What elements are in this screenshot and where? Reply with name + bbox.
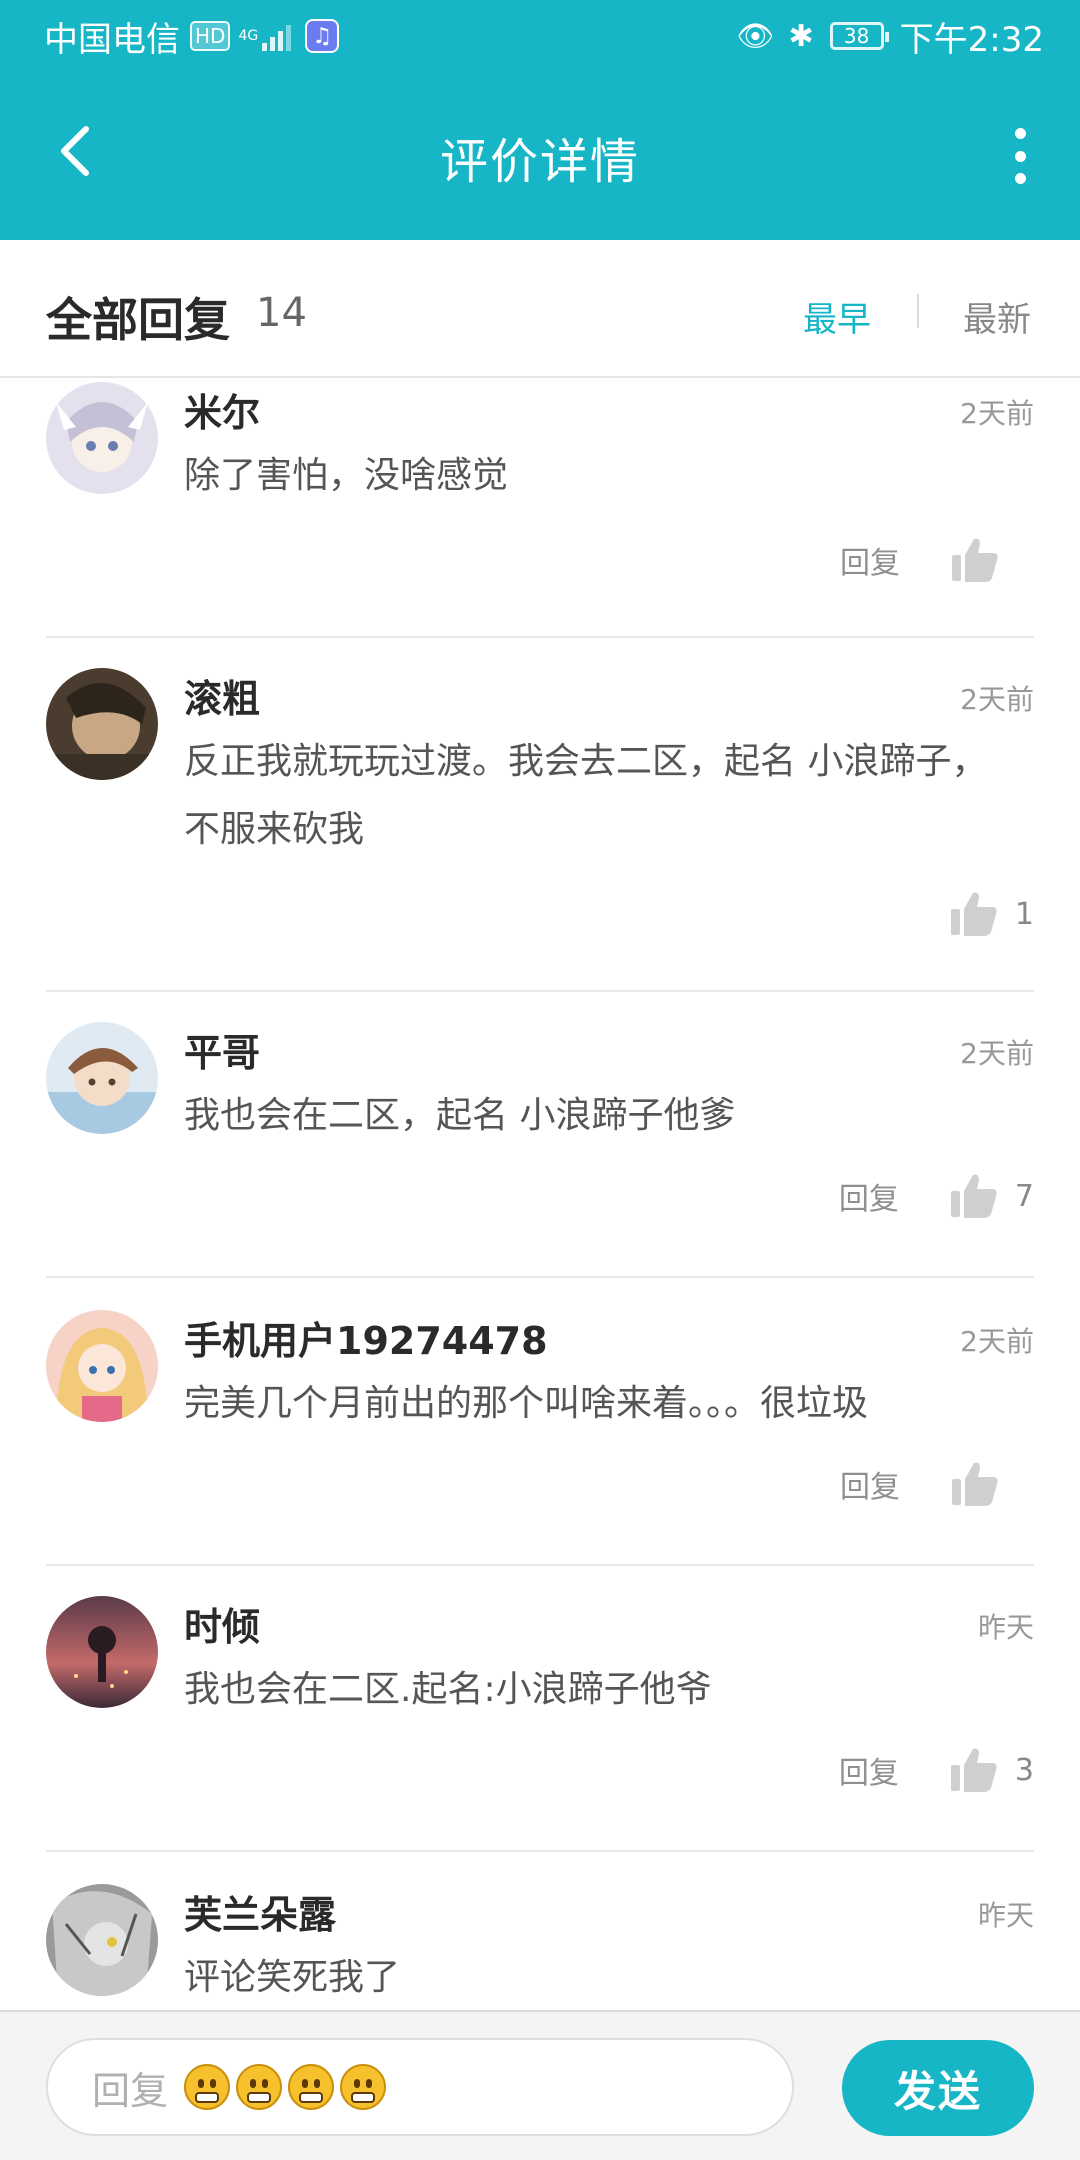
status-left: 中国电信 HD 4G ♫ (44, 14, 340, 60)
app-header: 评价详情 (0, 72, 1080, 240)
send-button[interactable]: 发送 (842, 2040, 1034, 2136)
avatar[interactable] (46, 668, 158, 780)
bluetooth-icon: ✱ (788, 18, 814, 54)
replies-header: 全部回复 14 最早 最新 (0, 240, 1080, 378)
comment-actions: 1 (949, 886, 1034, 942)
battery-icon: 38 (829, 22, 889, 50)
eye-icon: 👁 (736, 18, 775, 54)
thumbs-up-icon[interactable] (950, 1459, 1000, 1509)
more-vertical-icon (1014, 128, 1026, 139)
page-title: 评价详情 (439, 134, 640, 190)
battery-level: 38 (843, 24, 870, 48)
reply-input-placeholder: 回复 (92, 2068, 169, 2113)
carrier-label: 中国电信 (44, 19, 180, 60)
divider (46, 1564, 1034, 1566)
thumbs-up-icon[interactable] (949, 889, 999, 939)
reply-input[interactable]: 回复 (46, 2038, 794, 2136)
comment-actions: 回复 (840, 532, 1034, 588)
comment-item: 滚粗 2天前 反正我就玩玩过渡。我会去二区，起名 小浪蹄子，不服来砍我 1 (0, 668, 1080, 988)
sort-divider (917, 294, 919, 328)
comment-time: 昨天 (977, 1611, 1034, 1644)
comment-text: 完美几个月前出的那个叫啥来着。。。很垃圾 (184, 1383, 869, 1424)
avatar-image (46, 1884, 158, 1996)
reply-button[interactable]: 回复 (839, 1748, 899, 1792)
comment-actions: 回复 3 (839, 1742, 1034, 1798)
status-bar: 中国电信 HD 4G ♫ 👁 ✱ 38 下午2:32 (0, 0, 1080, 72)
avatar[interactable] (46, 382, 158, 494)
avatar[interactable] (46, 1596, 158, 1708)
status-right: 👁 ✱ 38 下午2:32 (736, 14, 1044, 60)
comment-text: 我也会在二区.起名:小浪蹄子他爷 (184, 1669, 712, 1710)
reply-button[interactable]: 回复 (840, 538, 900, 582)
comment-time: 2天前 (960, 397, 1034, 430)
thumbs-up-icon[interactable] (950, 535, 1000, 585)
comment-text: 反正我就玩玩过渡。我会去二区，起名 小浪蹄子，不服来砍我 (184, 741, 988, 850)
divider (46, 1850, 1034, 1852)
like-count: 3 (1014, 1752, 1034, 1788)
comment-username[interactable]: 手机用户19274478 (184, 1310, 548, 1365)
reply-bar: 回复 发送 (0, 2010, 1080, 2160)
comment-item: 米尔 2天前 除了害怕，没啥感觉 回复 (0, 382, 1080, 632)
like-count: 7 (1014, 1178, 1034, 1214)
comment-item: 手机用户19274478 2天前 完美几个月前出的那个叫啥来着。。。很垃圾 回复 (0, 1310, 1080, 1560)
avatar[interactable] (46, 1022, 158, 1134)
grimace-emoji-icon (340, 2064, 387, 2110)
comment-time: 昨天 (977, 1899, 1034, 1932)
comment-time: 2天前 (960, 683, 1034, 716)
avatar-image (46, 382, 158, 494)
reply-button[interactable]: 回复 (840, 1462, 900, 1506)
avatar-image (46, 1022, 158, 1134)
comment-username[interactable]: 滚粗 (184, 668, 260, 723)
music-app-icon: ♫ (305, 19, 340, 53)
like-count: 1 (1014, 896, 1034, 932)
clock: 下午2:32 (899, 19, 1044, 60)
avatar-image (46, 1310, 158, 1422)
comment-username[interactable]: 时倾 (184, 1596, 260, 1651)
divider (46, 990, 1034, 992)
avatar[interactable] (46, 1884, 158, 1996)
avatar[interactable] (46, 1310, 158, 1422)
comment-text: 评论笑死我了 (184, 1957, 401, 1998)
thumbs-up-icon[interactable] (949, 1171, 999, 1221)
comment-list[interactable]: 米尔 2天前 除了害怕，没啥感觉 回复 滚粗 2天前 反正我就玩玩过渡。我会去二… (0, 380, 1080, 2010)
comment-time: 2天前 (960, 1037, 1034, 1070)
sort-earliest-tab[interactable]: 最早 (803, 292, 871, 341)
divider (46, 636, 1034, 638)
avatar-image (46, 668, 158, 780)
divider (46, 1276, 1034, 1278)
comment-username[interactable]: 芙兰朵露 (184, 1884, 336, 1939)
comment-text: 我也会在二区，起名 小浪蹄子他爹 (184, 1095, 736, 1136)
comment-time: 2天前 (960, 1325, 1034, 1358)
reply-button[interactable]: 回复 (839, 1174, 899, 1218)
comment-item: 芙兰朵露 昨天 评论笑死我了 (0, 1884, 1080, 2010)
comment-item: 平哥 2天前 我也会在二区，起名 小浪蹄子他爹 回复 7 (0, 1022, 1080, 1272)
grin-emoji-icon (236, 2064, 283, 2110)
comment-text: 除了害怕，没啥感觉 (184, 455, 509, 496)
avatar-image (46, 1596, 158, 1708)
signal-icon (262, 21, 292, 51)
more-button[interactable] (1000, 128, 1040, 184)
grin-emoji-icon (288, 2064, 335, 2110)
network-type: 4G (238, 28, 259, 44)
thumbs-up-icon[interactable] (949, 1745, 999, 1795)
replies-title: 全部回复 (46, 293, 230, 347)
comment-item: 时倾 昨天 我也会在二区.起名:小浪蹄子他爷 回复 3 (0, 1596, 1080, 1846)
sort-newest-tab[interactable]: 最新 (963, 292, 1031, 341)
comment-username[interactable]: 平哥 (184, 1022, 260, 1077)
comment-username[interactable]: 米尔 (184, 382, 260, 437)
replies-count: 14 (256, 290, 307, 336)
grimace-emoji-icon (184, 2064, 231, 2110)
comment-actions: 回复 7 (839, 1168, 1034, 1224)
hd-badge: HD (190, 21, 231, 51)
comment-actions: 回复 (840, 1456, 1034, 1512)
